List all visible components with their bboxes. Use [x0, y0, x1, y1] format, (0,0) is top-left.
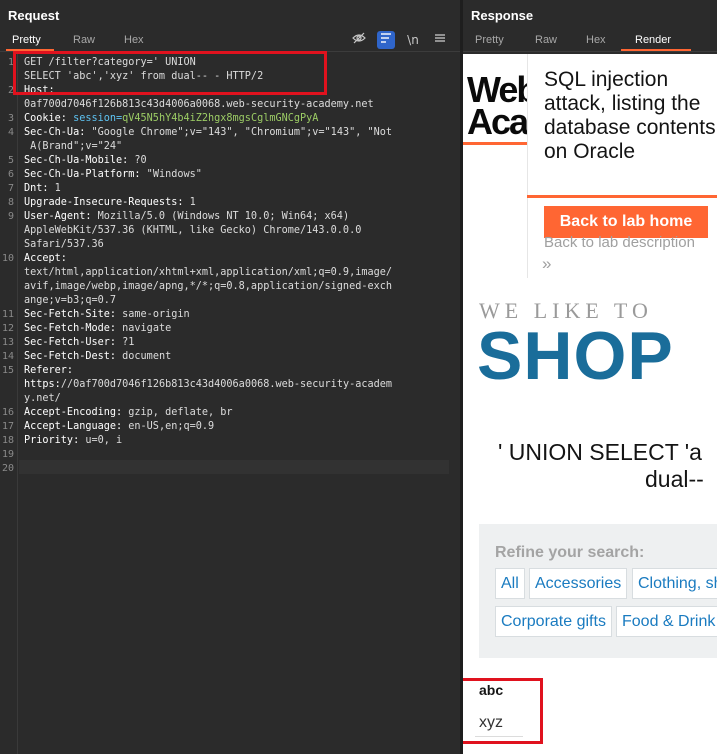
filter-clothing[interactable]: Clothing, sh	[632, 568, 717, 599]
request-line: Cookie: session=qV45N5hY4b4iZ2hgx8mgsCgl…	[24, 113, 319, 124]
header-accent-bar	[527, 195, 717, 198]
filter-food-drink[interactable]: Food & Drink	[616, 606, 717, 637]
menu-icon[interactable]	[431, 31, 449, 49]
request-line: Sec-Fetch-Dest: document	[24, 351, 172, 362]
tab-pretty[interactable]: Pretty	[12, 34, 41, 46]
request-line: text/html,application/xhtml+xml,applicat…	[24, 267, 393, 278]
eye-slash-icon[interactable]	[350, 31, 368, 49]
line-number: 17	[2, 421, 15, 432]
line-number: 9	[7, 211, 14, 222]
request-line: avif,image/webp,image/apng,*/*;q=0.8,app…	[24, 281, 393, 292]
newline-icon[interactable]: \n	[404, 31, 422, 49]
request-line: Sec-Ch-Ua: "Google Chrome";v="143", "Chr…	[24, 127, 393, 138]
refine-search-panel: Refine your search: All Accessories Clot…	[479, 524, 717, 658]
line-number: 2	[7, 85, 14, 96]
request-pane: Request Pretty Raw Hex \n 1 2 3 4 5 6 7 8 9 10 11 1…	[0, 0, 460, 754]
line-number: 20	[2, 463, 15, 474]
request-line: Sec-Fetch-Mode: navigate	[24, 323, 172, 334]
request-line: SELECT 'abc','xyz' from dual-- - HTTP/2	[24, 71, 264, 82]
request-line: Safari/537.36	[24, 239, 104, 250]
line-number: 13	[2, 337, 15, 348]
wrap-icon[interactable]	[377, 31, 395, 49]
chevron-right-icon[interactable]: »	[542, 254, 551, 274]
request-line: Accept-Encoding: gzip, deflate, br	[24, 407, 233, 418]
line-number: 4	[7, 127, 14, 138]
result-table-header: abc	[479, 682, 504, 698]
search-heading-line1: ' UNION SELECT 'a	[498, 439, 702, 465]
line-number: 3	[7, 113, 14, 124]
request-line: Dnt: 1	[24, 183, 61, 194]
lab-title: SQL injection attack, listing the databa…	[544, 68, 716, 163]
line-number: 8	[7, 197, 14, 208]
request-line: Accept-Language: en-US,en;q=0.9	[24, 421, 215, 432]
logo-underline	[463, 142, 527, 145]
tab-raw[interactable]: Raw	[535, 34, 557, 46]
current-line-highlight	[19, 460, 449, 474]
line-number: 19	[2, 449, 15, 460]
line-number: 12	[2, 323, 15, 334]
response-title: Response	[471, 8, 534, 23]
filter-corporate-gifts[interactable]: Corporate gifts	[495, 606, 612, 637]
lab-header: SQL injection attack, listing the databa…	[527, 54, 717, 278]
line-number-gutter: 1 2 3 4 5 6 7 8 9 10 11 12 13 14 15 16 17 18 19 20	[0, 54, 18, 754]
filter-all[interactable]: All	[495, 568, 525, 599]
logo-text-aca: Aca	[467, 101, 529, 142]
burp-repeater-window: Request Pretty Raw Hex \n 1 2 3 4 5 6 7 8 9 10 11 1…	[0, 0, 717, 754]
active-tab-indicator	[6, 49, 54, 51]
tab-pretty[interactable]: Pretty	[475, 34, 504, 46]
request-line: AppleWebKit/537.36 (KHTML, like Gecko) C…	[24, 225, 362, 236]
line-number: 10	[2, 253, 15, 264]
line-number: 18	[2, 435, 15, 446]
response-tabbar: Pretty Raw Hex Render	[463, 30, 717, 52]
academy-logo[interactable]: Web Aca	[463, 54, 538, 145]
request-line: 0af700d7046f126b813c43d4006a0068.web-sec…	[24, 99, 374, 110]
search-heading-line2: dual--	[645, 466, 704, 492]
request-line: ange;v=b3;q=0.7	[24, 295, 117, 306]
hero-title: SHOP	[477, 318, 674, 394]
result-table-cell: xyz	[479, 714, 503, 731]
request-line: Sec-Ch-Ua-Platform: "Windows"	[24, 169, 202, 180]
line-number: 1	[7, 57, 14, 68]
line-number: 16	[2, 407, 15, 418]
response-pane: Response Pretty Raw Hex Render Web Aca S…	[463, 0, 717, 754]
request-line: Sec-Ch-Ua-Mobile: ?0	[24, 155, 147, 166]
line-number: 6	[7, 169, 14, 180]
request-line: Upgrade-Insecure-Requests: 1	[24, 197, 196, 208]
tab-hex[interactable]: Hex	[124, 34, 144, 46]
filter-accessories[interactable]: Accessories	[529, 568, 628, 599]
line-number: 7	[7, 183, 14, 194]
request-line: User-Agent: Mozilla/5.0 (Windows NT 10.0…	[24, 211, 350, 222]
request-line: Priority: u=0, i	[24, 435, 123, 446]
line-number: 5	[7, 155, 14, 166]
request-line: Sec-Fetch-Site: same-origin	[24, 309, 190, 320]
line-number: 14	[2, 351, 15, 362]
rendered-page: Web Aca SQL injection attack, listing th…	[463, 54, 717, 754]
request-line: GET /filter?category=' UNION	[24, 57, 196, 68]
tab-hex[interactable]: Hex	[586, 34, 606, 46]
line-number: 15	[2, 365, 15, 376]
request-title: Request	[8, 8, 60, 23]
tab-render[interactable]: Render	[635, 34, 671, 46]
active-tab-indicator	[621, 49, 691, 51]
request-line: Host:	[24, 85, 55, 96]
request-line: Referer:	[24, 365, 74, 376]
request-line: Sec-Fetch-User: ?1	[24, 337, 135, 348]
tab-raw[interactable]: Raw	[73, 34, 95, 46]
back-to-lab-description-link[interactable]: Back to lab description	[544, 234, 695, 251]
request-line: https://0af700d7046f126b813c43d4006a0068…	[24, 379, 393, 390]
request-editor[interactable]: 1 2 3 4 5 6 7 8 9 10 11 12 13 14 15 16 17 18 19 20 GET /fil…	[0, 54, 460, 754]
request-line: y.net/	[24, 393, 61, 404]
result-table-divider	[475, 736, 523, 737]
request-line: A(Brand";v="24"	[24, 141, 123, 152]
refine-label: Refine your search:	[495, 544, 645, 561]
request-line: Accept:	[24, 253, 67, 264]
line-number: 11	[2, 309, 15, 320]
